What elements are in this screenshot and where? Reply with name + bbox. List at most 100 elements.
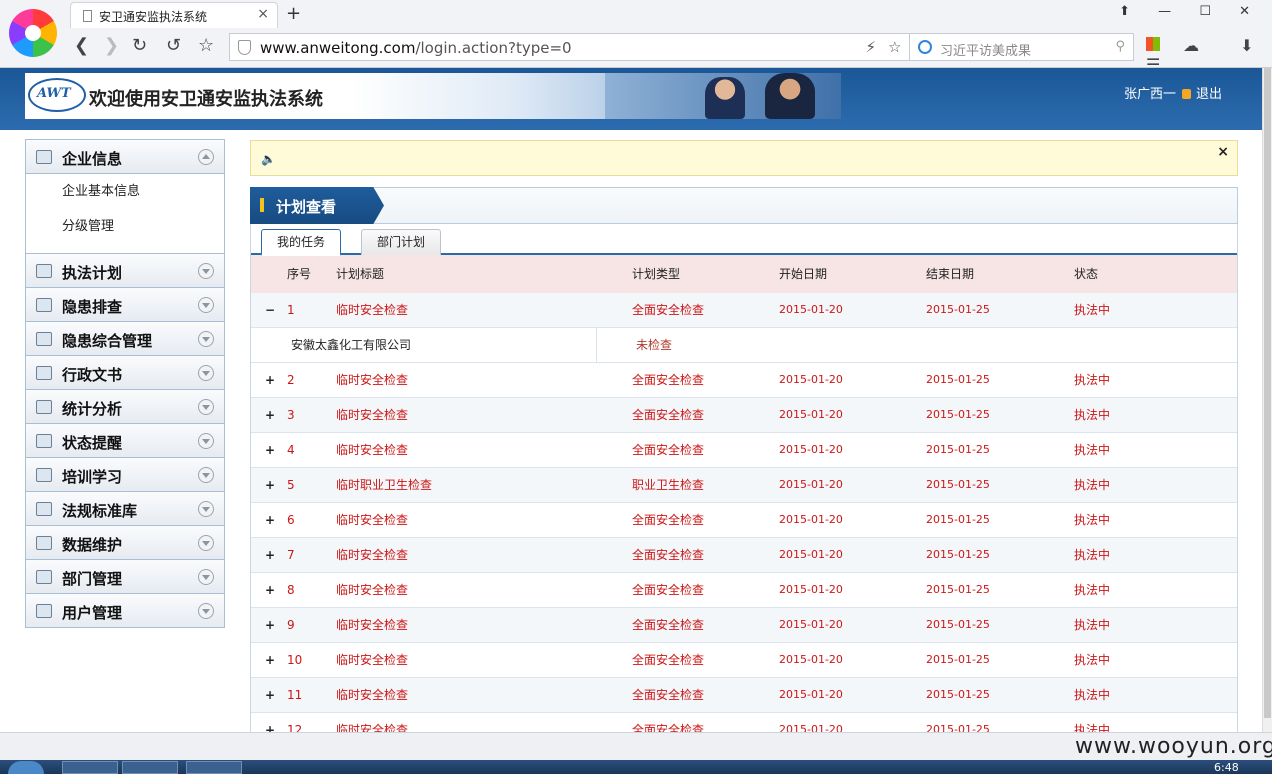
row-toggle-icon[interactable]: + (265, 713, 277, 732)
sidebar-group[interactable]: 法规标准库 (25, 491, 225, 526)
table-row[interactable]: +11 临时安全检查 全面安全检查 2015-01-20 2015-01-25 执法中 (251, 678, 1237, 713)
row-toggle-icon[interactable]: + (265, 468, 277, 502)
expand-icon[interactable] (198, 399, 214, 415)
plan-title-link[interactable]: 临时安全检查 (336, 433, 408, 467)
start-button[interactable] (8, 761, 44, 774)
address-bar[interactable]: www.anweitong.com/login.action?type=0 ⚡☆… (229, 33, 947, 61)
row-toggle-icon[interactable]: + (265, 363, 277, 397)
table-row[interactable]: +7 临时安全检查 全面安全检查 2015-01-20 2015-01-25 执法中 (251, 538, 1237, 573)
row-number: 1 (287, 303, 295, 317)
logout-link[interactable]: 退出 (1196, 87, 1222, 102)
bookmark-star-button[interactable]: ☆ (198, 35, 214, 56)
table-row[interactable]: +10 临时安全检查 全面安全检查 2015-01-20 2015-01-25 执法中 (251, 643, 1237, 678)
table-row[interactable]: +12 临时安全检查 全面安全检查 2015-01-20 2015-01-25 执法中 (251, 713, 1237, 732)
sidebar-group[interactable]: 隐患综合管理 (25, 321, 225, 356)
expand-icon[interactable] (198, 569, 214, 585)
collapse-icon[interactable] (198, 149, 214, 165)
row-toggle-icon[interactable]: + (265, 643, 277, 677)
table-row[interactable]: +6 临时安全检查 全面安全检查 2015-01-20 2015-01-25 执法中 (251, 503, 1237, 538)
tab-close-icon[interactable]: × (257, 6, 269, 22)
undo-close-button[interactable]: ↺ (166, 35, 181, 56)
status-badge: 执法中 (1074, 408, 1111, 422)
table-row[interactable]: −1 临时安全检查 全面安全检查 2015-01-20 2015-01-25 执法中 (251, 293, 1237, 328)
user-area: 张广西一 退出 (1124, 83, 1222, 102)
table-row[interactable]: +3 临时安全检查 全面安全检查 2015-01-20 2015-01-25 执法中 (251, 398, 1237, 433)
taskbar-app-button[interactable] (186, 761, 242, 774)
plan-title-link[interactable]: 临时安全检查 (336, 643, 408, 677)
search-box[interactable]: 习近平访美成果 ⚲ (909, 33, 1134, 61)
status-badge: 执法中 (1074, 618, 1111, 632)
expand-icon[interactable] (198, 331, 214, 347)
new-tab-button[interactable]: + (286, 3, 301, 24)
search-input[interactable]: 习近平访美成果 (940, 40, 1031, 59)
plan-title-link[interactable]: 临时安全检查 (336, 608, 408, 642)
sidebar-group[interactable]: 用户管理 (25, 593, 225, 628)
sidebar-group[interactable]: 企业信息 (25, 139, 225, 174)
row-toggle-icon[interactable]: + (265, 573, 277, 607)
plan-title-link[interactable]: 临时安全检查 (336, 503, 408, 537)
expand-icon[interactable] (198, 263, 214, 279)
row-toggle-icon[interactable]: + (265, 538, 277, 572)
window-controls[interactable]: ⬆ — ☐ ✕ (1119, 4, 1262, 19)
table-row[interactable]: +4 临时安全检查 全面安全检查 2015-01-20 2015-01-25 执法中 (251, 433, 1237, 468)
plan-title-link[interactable]: 临时安全检查 (336, 713, 408, 732)
sidebar-subitem[interactable]: 企业基本信息 (26, 174, 224, 209)
sidebar-group[interactable]: 执法计划 (25, 253, 225, 288)
col-header-end: 结束日期 (926, 267, 975, 281)
row-toggle-icon[interactable]: + (265, 433, 277, 467)
sidebar-group[interactable]: 状态提醒 (25, 423, 225, 458)
expand-icon[interactable] (198, 433, 214, 449)
row-toggle-icon[interactable]: − (265, 293, 277, 327)
sidebar-group[interactable]: 数据维护 (25, 525, 225, 560)
back-button[interactable]: ❮ (74, 35, 89, 56)
apps-icon[interactable] (1146, 37, 1160, 51)
browser-tab[interactable]: 安卫通安监执法系统 × (70, 2, 278, 28)
search-icon[interactable]: ⚲ (1115, 39, 1125, 54)
row-toggle-icon[interactable]: + (265, 503, 277, 537)
plan-title-link[interactable]: 临时安全检查 (336, 573, 408, 607)
tab-dept-plans[interactable]: 部门计划 (361, 229, 441, 255)
forward-button[interactable]: ❯ (104, 35, 119, 56)
table-row[interactable]: +2 临时安全检查 全面安全检查 2015-01-20 2015-01-25 执法中 (251, 363, 1237, 398)
end-date: 2015-01-25 (926, 548, 990, 561)
sidebar-group[interactable]: 统计分析 (25, 389, 225, 424)
plan-title-link[interactable]: 临时职业卫生检查 (336, 468, 432, 502)
expand-icon[interactable] (198, 297, 214, 313)
org-icon (36, 150, 52, 164)
scrollbar-thumb[interactable] (1264, 68, 1271, 718)
table-row[interactable]: +5 临时职业卫生检查 职业卫生检查 2015-01-20 2015-01-25 执法中 (251, 468, 1237, 503)
expand-icon[interactable] (198, 501, 214, 517)
browser-toolbar: 安卫通安监执法系统 × + ⬆ — ☐ ✕ ❮ ❯ ↻ ↺ ☆ www.anwe… (0, 0, 1272, 74)
row-toggle-icon[interactable]: + (265, 398, 277, 432)
plan-title-link[interactable]: 临时安全检查 (336, 363, 408, 397)
taskbar-explorer-button[interactable] (122, 761, 178, 774)
sidebar-group[interactable]: 部门管理 (25, 559, 225, 594)
close-notice-icon[interactable]: × (1217, 144, 1229, 160)
sidebar-group[interactable]: 培训学习 (25, 457, 225, 492)
table-row[interactable]: +8 临时安全检查 全面安全检查 2015-01-20 2015-01-25 执法中 (251, 573, 1237, 608)
vertical-scrollbar[interactable] (1262, 68, 1272, 732)
row-toggle-icon[interactable]: + (265, 608, 277, 642)
company-name[interactable]: 安徽太鑫化工有限公司 (291, 328, 411, 362)
plan-title-link[interactable]: 临时安全检查 (336, 678, 408, 712)
reload-button[interactable]: ↻ (132, 35, 147, 56)
table-header: 序号 计划标题 计划类型 开始日期 结束日期 状态 (251, 255, 1237, 293)
logo-text: AWT (37, 86, 71, 101)
expand-icon[interactable] (198, 535, 214, 551)
plan-title-link[interactable]: 临时安全检查 (336, 398, 408, 432)
browser-logo-icon[interactable] (9, 9, 57, 57)
sidebar-group[interactable]: 隐患排查 (25, 287, 225, 322)
sidebar-subitem[interactable]: 分级管理 (26, 209, 224, 244)
expand-icon[interactable] (198, 365, 214, 381)
sidebar-group[interactable]: 行政文书 (25, 355, 225, 390)
plan-title-link[interactable]: 临时安全检查 (336, 538, 408, 572)
taskbar-browser-button[interactable] (62, 761, 118, 774)
status-badge: 执法中 (1074, 303, 1111, 317)
plan-title-link[interactable]: 临时安全检查 (336, 293, 408, 327)
expand-icon[interactable] (198, 603, 214, 619)
expand-icon[interactable] (198, 467, 214, 483)
table-row[interactable]: +9 临时安全检查 全面安全检查 2015-01-20 2015-01-25 执法中 (251, 608, 1237, 643)
row-toggle-icon[interactable]: + (265, 678, 277, 712)
tab-my-tasks[interactable]: 我的任务 (261, 229, 341, 256)
status-badge: 执法中 (1074, 653, 1111, 667)
